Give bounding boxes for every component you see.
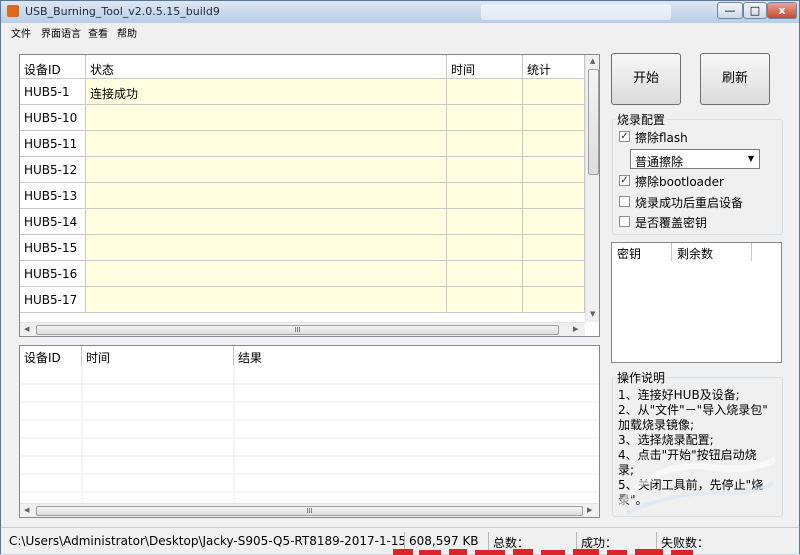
time-cell bbox=[447, 209, 523, 235]
horizontal-scroll-thumb[interactable]: III bbox=[36, 325, 559, 335]
time-cell bbox=[447, 79, 523, 105]
device-id-cell: HUB5-15 bbox=[20, 235, 86, 261]
device-id-cell: HUB5-1 bbox=[20, 79, 86, 105]
instructions-title: 操作说明 bbox=[615, 369, 668, 386]
scroll-down-icon[interactable]: ▼ bbox=[590, 310, 595, 318]
instruction-line: 2、从"文件"－"导入烧录包" bbox=[618, 403, 768, 417]
count-cell bbox=[523, 157, 585, 183]
count-cell bbox=[523, 131, 585, 157]
column-header-device-id[interactable]: 设备ID bbox=[20, 346, 82, 366]
vertical-scroll-thumb[interactable] bbox=[588, 69, 599, 175]
table-row[interactable]: HUB5-14 bbox=[20, 209, 599, 235]
log-table-horizontal-scrollbar[interactable]: ◀ III ▶ bbox=[20, 503, 599, 517]
checkbox-unchecked-icon[interactable] bbox=[619, 216, 630, 227]
count-cell bbox=[523, 261, 585, 287]
device-table-horizontal-scrollbar[interactable]: ◀ III ▶ bbox=[20, 322, 585, 336]
scroll-right-icon[interactable]: ▶ bbox=[587, 506, 592, 514]
time-cell bbox=[447, 105, 523, 131]
column-header-key[interactable]: 密钥 bbox=[612, 243, 672, 261]
time-cell bbox=[447, 287, 523, 313]
column-header-count[interactable]: 统计 bbox=[523, 55, 585, 79]
count-cell bbox=[523, 105, 585, 131]
key-table[interactable]: 密钥 剩余数 bbox=[611, 242, 782, 363]
status-cell bbox=[86, 105, 447, 131]
status-cell bbox=[86, 287, 447, 313]
menu-help[interactable]: 帮助 bbox=[117, 25, 137, 40]
table-row[interactable]: HUB5-15 bbox=[20, 235, 599, 261]
column-header-status[interactable]: 状态 bbox=[86, 55, 447, 79]
log-table[interactable]: 设备ID 时间 结果 ◀ III ▶ bbox=[19, 345, 600, 518]
status-cell: 连接成功 bbox=[86, 79, 447, 105]
device-table-vertical-scrollbar[interactable]: ▲ ▼ bbox=[585, 55, 599, 322]
menu-language[interactable]: 界面语言 bbox=[41, 25, 81, 40]
log-table-grid bbox=[20, 366, 599, 506]
chevron-down-icon[interactable]: ▼ bbox=[748, 154, 754, 163]
menu-bar: 文件 界面语言 查看 帮助 bbox=[1, 23, 799, 40]
maximize-button[interactable]: □ bbox=[743, 2, 767, 19]
status-cell bbox=[86, 261, 447, 287]
minimize-button[interactable]: — bbox=[717, 2, 743, 19]
watermark-logo bbox=[618, 456, 777, 515]
count-cell bbox=[523, 79, 585, 105]
background-window-tab bbox=[481, 4, 671, 20]
menu-view[interactable]: 查看 bbox=[88, 25, 108, 40]
status-cell bbox=[86, 131, 447, 157]
table-row[interactable]: HUB5-11 bbox=[20, 131, 599, 157]
column-header-device-id[interactable]: 设备ID bbox=[20, 55, 86, 79]
time-cell bbox=[447, 183, 523, 209]
menu-file[interactable]: 文件 bbox=[11, 25, 31, 40]
checkbox-unchecked-icon[interactable] bbox=[619, 196, 630, 207]
table-row[interactable]: HUB5-1 连接成功 bbox=[20, 79, 599, 105]
count-cell bbox=[523, 287, 585, 313]
device-table[interactable]: 设备ID 状态 时间 统计 HUB5-1 连接成功 HUB5-10 HUB5-1… bbox=[19, 54, 600, 337]
checkbox-checked-icon[interactable]: ✓ bbox=[619, 175, 630, 186]
checkbox-checked-icon[interactable]: ✓ bbox=[619, 131, 630, 142]
scroll-left-icon[interactable]: ◀ bbox=[24, 506, 29, 514]
package-path: C:\Users\Administrator\Desktop\Jacky-S90… bbox=[5, 532, 405, 550]
time-cell bbox=[447, 131, 523, 157]
burn-config-title: 烧录配置 bbox=[615, 111, 668, 128]
status-cell bbox=[86, 209, 447, 235]
status-cell bbox=[86, 157, 447, 183]
scroll-left-icon[interactable]: ◀ bbox=[24, 325, 29, 333]
table-row[interactable]: HUB5-13 bbox=[20, 183, 599, 209]
column-header-result[interactable]: 结果 bbox=[234, 346, 599, 366]
count-cell bbox=[523, 235, 585, 261]
time-cell bbox=[447, 261, 523, 287]
app-icon bbox=[7, 5, 19, 17]
window-title: USB_Burning_Tool_v2.0.5.15_build9 bbox=[25, 5, 220, 18]
device-id-cell: HUB5-10 bbox=[20, 105, 86, 131]
erase-mode-select[interactable]: 普通擦除 ▼ bbox=[630, 149, 760, 169]
instruction-line: 加载烧录镜像; bbox=[618, 418, 695, 432]
app-window: USB_Burning_Tool_v2.0.5.15_build9 — □ x … bbox=[0, 0, 800, 555]
status-cell bbox=[86, 235, 447, 261]
column-header-time[interactable]: 时间 bbox=[82, 346, 234, 366]
refresh-button[interactable]: 刷新 bbox=[700, 53, 770, 105]
table-row[interactable]: HUB5-10 bbox=[20, 105, 599, 131]
device-id-cell: HUB5-17 bbox=[20, 287, 86, 313]
scroll-up-icon[interactable]: ▲ bbox=[590, 57, 595, 65]
close-button[interactable]: x bbox=[767, 2, 797, 19]
device-id-cell: HUB5-14 bbox=[20, 209, 86, 235]
column-header-time[interactable]: 时间 bbox=[447, 55, 523, 79]
device-id-cell: HUB5-16 bbox=[20, 261, 86, 287]
horizontal-scroll-thumb[interactable]: III bbox=[36, 506, 583, 516]
device-id-cell: HUB5-12 bbox=[20, 157, 86, 183]
time-cell bbox=[447, 157, 523, 183]
count-cell bbox=[523, 209, 585, 235]
device-id-cell: HUB5-13 bbox=[20, 183, 86, 209]
table-row[interactable]: HUB5-16 bbox=[20, 261, 599, 287]
column-header-remaining[interactable]: 剩余数 bbox=[672, 243, 752, 261]
device-id-cell: HUB5-11 bbox=[20, 131, 86, 157]
time-cell bbox=[447, 235, 523, 261]
count-cell bbox=[523, 183, 585, 209]
status-cell bbox=[86, 183, 447, 209]
instruction-line: 1、连接好HUB及设备; bbox=[618, 388, 740, 402]
instruction-line: 3、选择烧录配置; bbox=[618, 433, 714, 447]
table-row[interactable]: HUB5-17 bbox=[20, 287, 599, 313]
table-row[interactable]: HUB5-12 bbox=[20, 157, 599, 183]
scroll-right-icon[interactable]: ▶ bbox=[573, 325, 578, 333]
start-button[interactable]: 开始 bbox=[611, 53, 681, 105]
title-bar[interactable]: USB_Burning_Tool_v2.0.5.15_build9 — □ x bbox=[1, 1, 799, 23]
